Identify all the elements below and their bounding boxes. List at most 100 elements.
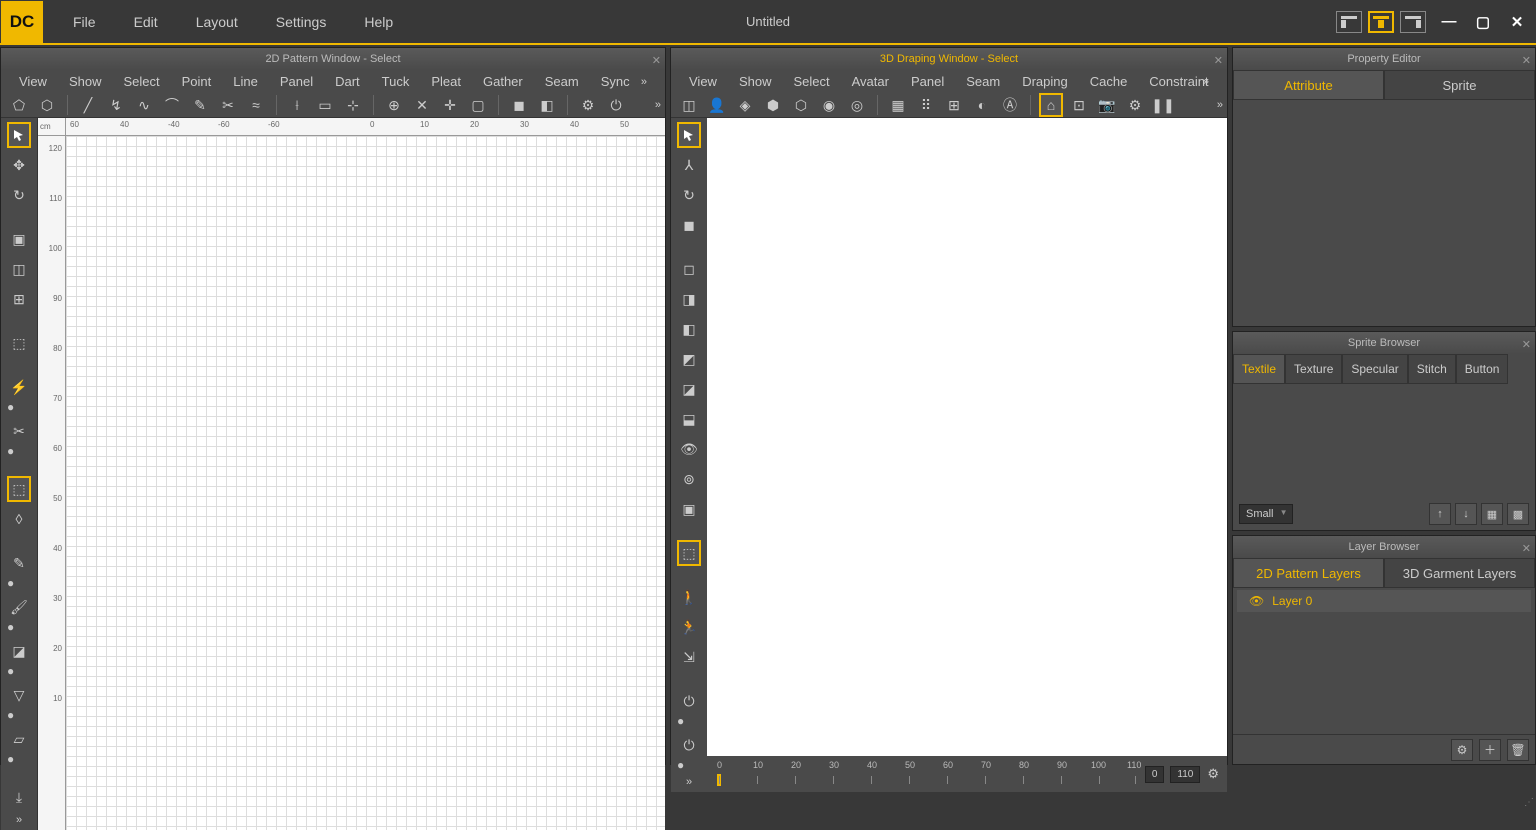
v3d-person2-icon[interactable]: 🏃 [677,614,701,640]
sprite-grid2-icon[interactable]: ▩ [1507,503,1529,525]
tool3d-frame-icon[interactable]: ⊡ [1067,93,1091,117]
tool2d-snap-icon[interactable]: ⊹ [341,93,365,117]
v3d-box3-icon[interactable]: ◧ [677,316,701,342]
tab-texture[interactable]: Texture [1285,354,1342,384]
layer-delete-icon[interactable]: 🗑 [1507,739,1529,761]
v3d-target-icon[interactable]: ⊚ [677,466,701,492]
sub2d-dart[interactable]: Dart [327,70,368,93]
v3d-marquee-icon[interactable]: ⬚ [677,540,701,566]
sub2d-select[interactable]: Select [115,70,167,93]
tab-specular[interactable]: Specular [1342,354,1407,384]
layer-add-icon[interactable]: ＋ [1479,739,1501,761]
vtool-align-icon[interactable]: ⬚ [7,330,31,356]
vtoolbar-3d-expand-icon[interactable]: » [686,776,692,788]
vtool-transform-icon[interactable]: ⊞ [7,286,31,312]
tool2d-shape1-icon[interactable]: ⬠ [7,93,31,117]
sub2d-gather[interactable]: Gather [475,70,531,93]
sub2d-seam[interactable]: Seam [537,70,587,93]
resize-grip-icon[interactable]: ⋰ [1524,797,1534,808]
tool3d-dots-icon[interactable]: ⠿ [914,93,938,117]
toolbar-3d-expand-icon[interactable]: » [1217,99,1223,111]
sub2d-panel[interactable]: Panel [272,70,321,93]
sub2d-show[interactable]: Show [61,70,110,93]
vtool-lasso-icon[interactable]: ◊ [7,506,31,532]
vtool-export-icon[interactable]: ⤓ [7,784,31,810]
sub3d-expand-icon[interactable]: » [1195,72,1217,92]
sub3d-show[interactable]: Show [731,70,780,93]
v3d-select-icon[interactable] [677,122,701,148]
v3d-power1-icon[interactable]: ⏻ [677,688,701,714]
sprite-sort-desc-icon[interactable]: ↓ [1455,503,1477,525]
tool2d-fill-icon[interactable]: ◼ [507,93,531,117]
tool3d-view1-icon[interactable]: ◫ [677,93,701,117]
sub2d-view[interactable]: View [11,70,55,93]
layout-left-button[interactable] [1336,11,1362,33]
grid-area[interactable] [66,136,665,830]
v3d-person1-icon[interactable]: 🚶 [677,584,701,610]
tool2d-break-icon[interactable]: ✕ [410,93,434,117]
tab-stitch[interactable]: Stitch [1408,354,1456,384]
menu-help[interactable]: Help [352,8,405,36]
tool3d-avatar5-icon[interactable]: ◉ [817,93,841,117]
tool3d-auto-icon[interactable]: Ⓐ [998,93,1022,117]
tool2d-edit-icon[interactable]: ✎ [188,93,212,117]
tool2d-gear-icon[interactable]: ⚙ [576,93,600,117]
vtool-select-icon[interactable] [7,122,31,148]
tool2d-curve-icon[interactable]: ∿ [132,93,156,117]
tool3d-home-icon[interactable]: ⌂ [1039,93,1063,117]
tool3d-avatar1-icon[interactable]: 👤 [705,93,729,117]
sub2d-line[interactable]: Line [225,70,266,93]
v3d-person3-icon[interactable]: ⇲ [677,644,701,670]
sprite-grid1-icon[interactable]: ▦ [1481,503,1503,525]
minimize-button[interactable]: — [1438,11,1460,33]
v3d-box1-icon[interactable]: ◻ [677,256,701,282]
tab-2d-layers[interactable]: 2D Pattern Layers [1233,558,1384,588]
v3d-axis-icon[interactable]: ⅄ [677,152,701,178]
tab-textile[interactable]: Textile [1233,354,1285,384]
tool2d-anchor-icon[interactable]: ⊕ [382,93,406,117]
tool2d-power-icon[interactable]: ⏻ [604,93,628,117]
panel-3d-close-icon[interactable]: ✕ [1214,50,1223,72]
vtool-shape-icon[interactable]: ▱ [7,726,31,752]
timeline[interactable]: 0 10 20 30 40 50 60 70 80 90 100 110 0 [707,756,1227,792]
v3d-box4-icon[interactable]: ◩ [677,346,701,372]
tab-button[interactable]: Button [1456,354,1509,384]
vtool-scale-icon[interactable]: ◫ [7,256,31,282]
vtool-special2-icon[interactable]: ✂ [7,418,31,444]
sub3d-view[interactable]: View [681,70,725,93]
tool2d-center-icon[interactable]: ✛ [438,93,462,117]
v3d-power2-icon[interactable]: ⏻ [677,732,701,758]
tool3d-shade-icon[interactable]: ◐ [970,93,994,117]
tab-attribute[interactable]: Attribute [1233,70,1384,100]
close-button[interactable]: ✕ [1506,11,1528,33]
canvas-2d[interactable]: cm 60 40 -40 -60 -60 0 10 20 30 40 50 12… [37,118,665,830]
layer-close-icon[interactable]: ✕ [1522,538,1531,560]
panel-2d-close-icon[interactable]: ✕ [652,50,661,72]
timeline-start[interactable]: 0 [1145,766,1165,783]
vtoolbar-2d-expand-icon[interactable]: » [16,814,22,826]
layout-right-button[interactable] [1400,11,1426,33]
prop-close-icon[interactable]: ✕ [1522,50,1531,72]
tool3d-avatar2-icon[interactable]: ◈ [733,93,757,117]
layer-row[interactable]: 👁 Layer 0 [1237,590,1531,612]
tool2d-arc-icon[interactable]: ⌒ [160,93,184,117]
v3d-eye-icon[interactable]: 👁 [677,436,701,462]
sub2d-point[interactable]: Point [174,70,220,93]
tab-sprite[interactable]: Sprite [1384,70,1535,100]
layer-settings-icon[interactable]: ⚙ [1451,739,1473,761]
tab-3d-layers[interactable]: 3D Garment Layers [1384,558,1535,588]
menu-settings[interactable]: Settings [264,8,339,36]
v3d-box6-icon[interactable]: ⬓ [677,406,701,432]
vtool-text-icon[interactable]: ▽ [7,682,31,708]
timeline-ticks[interactable]: 0 10 20 30 40 50 60 70 80 90 100 110 [715,756,1142,792]
vtool-bounds-icon[interactable]: ▣ [7,226,31,252]
vtool-pen-icon[interactable]: ✎ [7,550,31,576]
tool3d-wire-icon[interactable]: ⊞ [942,93,966,117]
tool3d-avatar6-icon[interactable]: ◎ [845,93,869,117]
tool3d-avatar4-icon[interactable]: ⬡ [789,93,813,117]
vtool-move-icon[interactable]: ✥ [7,152,31,178]
v3d-box2-icon[interactable]: ◨ [677,286,701,312]
sub3d-panel[interactable]: Panel [903,70,952,93]
tool2d-polyline-icon[interactable]: ↯ [104,93,128,117]
sprite-close-icon[interactable]: ✕ [1522,334,1531,356]
